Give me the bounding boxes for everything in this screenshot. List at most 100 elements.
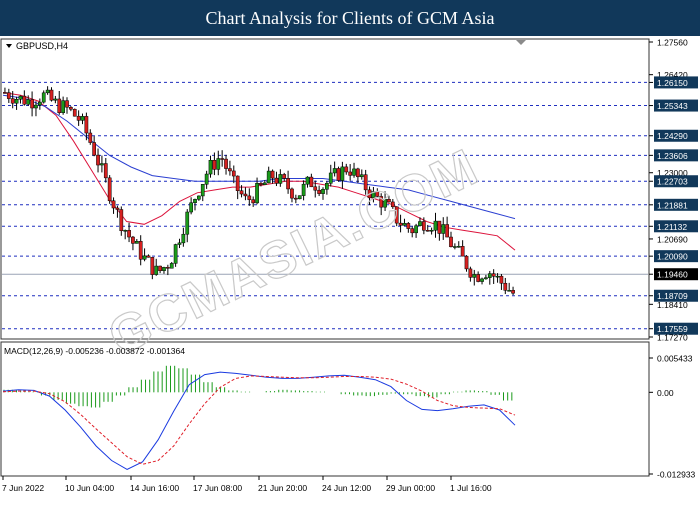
trading-chart: 1.275601.264201.261501.253431.242901.236… [0, 36, 700, 500]
candle-body [301, 183, 306, 196]
candle-body [348, 171, 353, 176]
price-tick-label: 1.17270 [657, 333, 688, 343]
candle-body [317, 189, 321, 194]
candle-body [441, 224, 446, 234]
candle-body [480, 278, 484, 282]
candle-body [255, 182, 259, 204]
candle-body [468, 268, 473, 278]
price-tick-label: 1.19460 [657, 270, 688, 280]
candle-body [22, 95, 27, 105]
candle-body [262, 182, 267, 185]
macd-tick-label: 0.005433 [657, 354, 693, 364]
candle-body [123, 230, 128, 232]
banner-title: Chart Analysis for Clients of GCM Asia [205, 8, 495, 28]
candle-body [57, 98, 62, 113]
candle-body [26, 99, 31, 105]
candle-body [325, 183, 329, 190]
candle-body [336, 168, 341, 181]
candle-body [69, 106, 73, 110]
candle-body [278, 174, 283, 184]
time-tick-label: 14 Jun 16:00 [130, 483, 179, 493]
candle-body [193, 199, 197, 204]
candle-body [421, 221, 426, 231]
candle-body [453, 246, 457, 248]
candle-body [476, 274, 481, 282]
time-tick-label: 24 Jun 12:00 [322, 483, 371, 493]
candle-body [10, 98, 15, 104]
candle-body [251, 199, 256, 204]
candle-body [53, 98, 58, 101]
candle-body [239, 190, 244, 195]
candle-body [282, 174, 287, 179]
candle-body [340, 166, 345, 181]
candle-body [503, 282, 508, 291]
candle-body [88, 132, 93, 143]
candle-body [76, 115, 81, 121]
candle-body [332, 168, 337, 174]
price-tick-label: 1.24290 [657, 131, 688, 141]
candle-body [115, 207, 120, 210]
candle-body [34, 104, 38, 109]
price-tick-label: 1.20690 [657, 234, 688, 244]
candle-body [309, 176, 314, 188]
candle-body [429, 229, 434, 232]
candle-body [290, 188, 294, 199]
candle-body [511, 290, 515, 294]
candle-body [464, 255, 469, 270]
price-tick-label: 1.26150 [657, 78, 688, 88]
candle-body [487, 273, 492, 278]
candle-body [181, 233, 186, 244]
candle-body [18, 95, 23, 100]
candle-body [142, 255, 147, 260]
candle-body [165, 267, 170, 269]
candle-body [107, 177, 112, 202]
candle-body [6, 92, 11, 99]
candle-body [92, 142, 97, 156]
candle-body [224, 158, 228, 169]
candle-body [49, 89, 54, 101]
time-tick-label: 29 Jun 00:00 [386, 483, 435, 493]
candle-body [200, 184, 205, 197]
candle-body [460, 246, 465, 257]
time-tick-label: 7 Jun 2022 [2, 483, 44, 493]
candle-body [414, 225, 418, 234]
candle-body [344, 166, 349, 173]
candle-body [247, 195, 252, 200]
candle-body [80, 116, 85, 121]
candle-body [243, 193, 248, 197]
macd-tick-label: 0.00 [657, 388, 674, 398]
candle-body [173, 244, 178, 264]
candle-body [134, 241, 139, 244]
candle-body [313, 186, 318, 191]
candle-body [30, 99, 34, 109]
time-tick-label: 21 Jun 20:00 [258, 483, 307, 493]
candle-body [111, 200, 116, 209]
price-tick-label: 1.23606 [657, 151, 688, 161]
candle-body [162, 267, 166, 271]
candle-body [14, 98, 19, 104]
candle-body [177, 242, 182, 245]
candle-body [495, 275, 500, 278]
candle-body [425, 230, 430, 232]
candle-body [138, 241, 143, 260]
candle-body [352, 168, 356, 176]
macd-title: MACD(12,26,9) -0.005236 -0.003872 -0.001… [4, 346, 185, 356]
candle-body [228, 168, 232, 172]
time-tick-label: 17 Jun 08:00 [193, 483, 242, 493]
candle-body [100, 163, 104, 166]
candle-body [293, 197, 298, 200]
candle-body [103, 163, 108, 179]
candle-body [158, 265, 162, 271]
candle-body [433, 220, 438, 231]
price-tick-label: 1.25343 [657, 101, 688, 111]
candle-body [96, 154, 100, 166]
time-tick-label: 1 Jul 16:00 [450, 483, 492, 493]
candle-body [270, 170, 275, 179]
candle-body [445, 224, 449, 238]
price-tick-label: 1.21881 [657, 200, 688, 210]
candle-body [185, 211, 190, 235]
candle-body [449, 236, 453, 248]
candle-body [286, 178, 290, 190]
candle-body [119, 209, 124, 232]
candle-body [72, 108, 77, 117]
